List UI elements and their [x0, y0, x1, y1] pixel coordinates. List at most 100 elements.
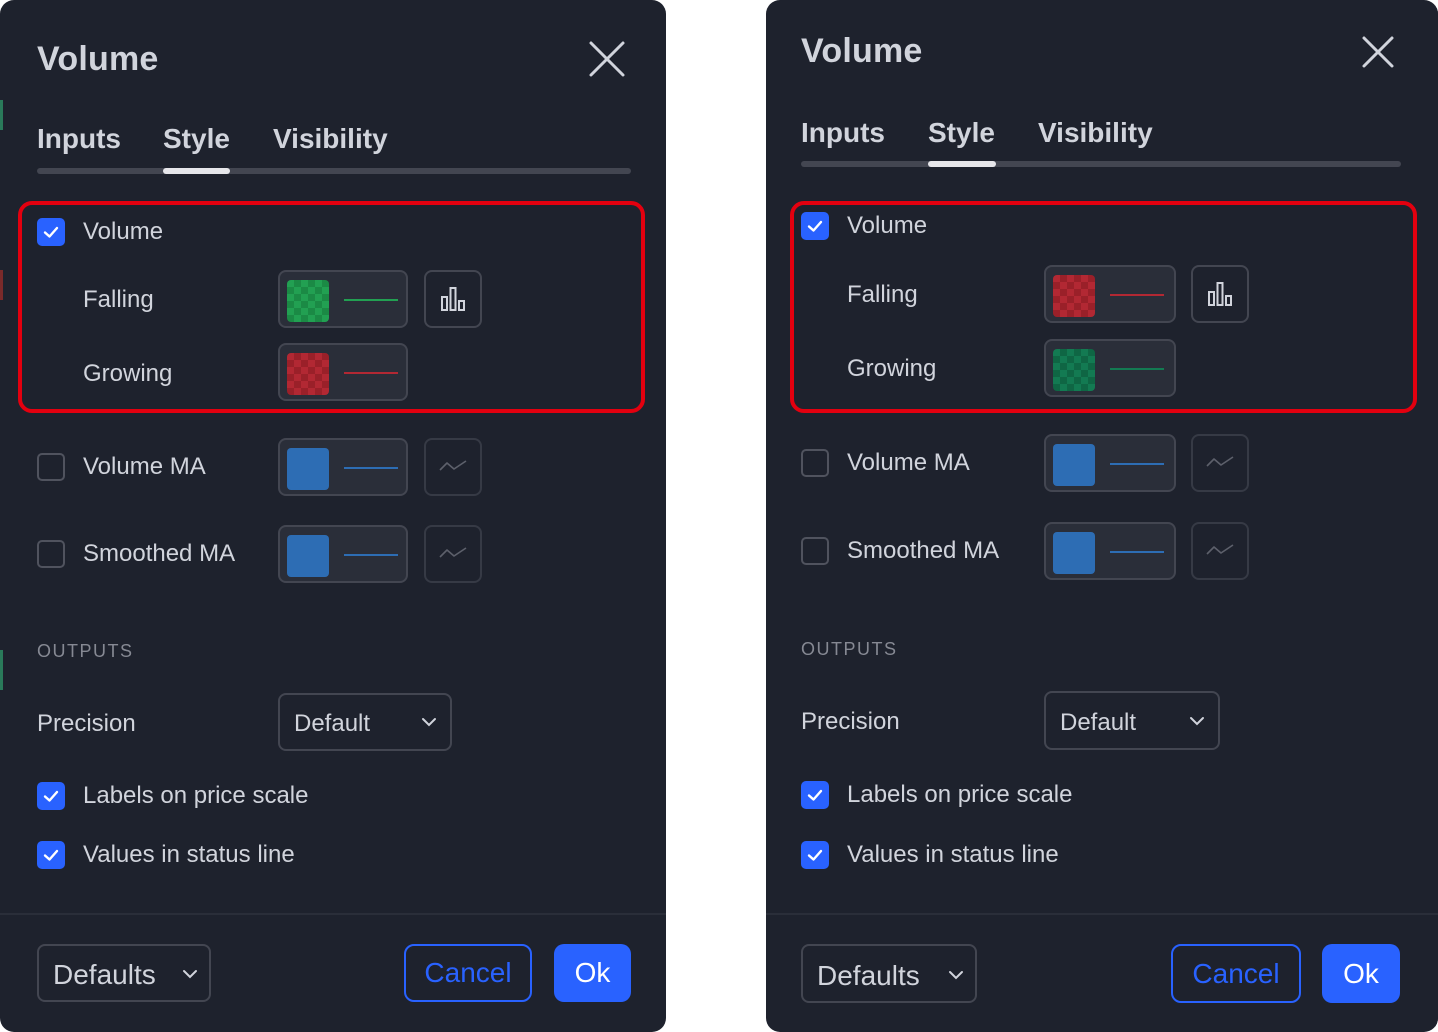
- volume-ma-color-picker[interactable]: [1044, 434, 1176, 492]
- volume-label: Volume: [847, 212, 928, 239]
- chart-edge-mark: [0, 100, 3, 130]
- falling-line-sample: [344, 299, 398, 301]
- close-button[interactable]: [1358, 32, 1398, 72]
- smoothed-ma-plot-style-button[interactable]: [1191, 522, 1249, 580]
- line-icon: [439, 547, 467, 558]
- volume-label: Volume: [83, 218, 164, 245]
- precision-select[interactable]: Default: [1044, 691, 1220, 750]
- tab-inputs[interactable]: Inputs: [37, 123, 121, 155]
- close-icon: [589, 41, 625, 77]
- falling-color-swatch: [287, 280, 329, 322]
- values-in-status-line-label: Values in status line: [847, 841, 1059, 868]
- outputs-heading: OUTPUTS: [801, 639, 898, 659]
- defaults-label: Defaults: [53, 959, 156, 990]
- volume-ma-color-swatch: [1053, 444, 1095, 486]
- smoothed-ma-plot-style-button[interactable]: [424, 525, 482, 583]
- chart-edge-mark: [0, 650, 3, 690]
- ok-button[interactable]: Ok: [554, 944, 631, 1002]
- footer-divider: [766, 913, 1438, 915]
- falling-plot-style-button[interactable]: [424, 270, 482, 328]
- tab-inputs[interactable]: Inputs: [801, 117, 885, 149]
- tab-track: [801, 161, 1401, 167]
- cancel-button[interactable]: Cancel: [1171, 944, 1301, 1003]
- defaults-button[interactable]: Defaults: [37, 944, 211, 1002]
- precision-label: Precision: [801, 708, 900, 735]
- growing-color-swatch: [287, 353, 329, 395]
- smoothed-ma-label: Smoothed MA: [83, 540, 236, 567]
- labels-on-price-scale-checkbox[interactable]: [37, 782, 65, 810]
- defaults-button[interactable]: Defaults: [801, 944, 977, 1003]
- volume-ma-line-sample: [344, 467, 398, 469]
- precision-label: Precision: [37, 710, 136, 737]
- volume-settings-dialog-right: Volume Inputs Style Visibility Volume Fa…: [766, 0, 1438, 1032]
- checkmark-icon: [43, 849, 59, 861]
- tab-visibility[interactable]: Visibility: [273, 123, 388, 155]
- ok-button[interactable]: Ok: [1322, 944, 1400, 1003]
- falling-color-picker[interactable]: [1044, 265, 1176, 323]
- falling-label: Falling: [83, 286, 154, 313]
- falling-color-picker[interactable]: [278, 270, 408, 328]
- columns-icon: [1208, 282, 1232, 306]
- line-icon: [1206, 456, 1234, 467]
- dialog-title: Volume: [37, 40, 159, 78]
- checkmark-icon: [43, 226, 59, 238]
- volume-ma-checkbox[interactable]: [37, 453, 65, 481]
- smoothed-ma-checkbox[interactable]: [801, 537, 829, 565]
- tab-style[interactable]: Style: [163, 123, 230, 155]
- smoothed-ma-checkbox[interactable]: [37, 540, 65, 568]
- tab-style[interactable]: Style: [928, 117, 995, 149]
- growing-label: Growing: [847, 355, 937, 382]
- falling-label: Falling: [847, 281, 918, 308]
- growing-color-picker[interactable]: [278, 343, 408, 401]
- checkmark-icon: [807, 220, 823, 232]
- close-button[interactable]: [587, 39, 627, 79]
- volume-ma-label: Volume MA: [83, 453, 206, 480]
- dialog-title: Volume: [801, 32, 923, 70]
- falling-color-swatch: [1053, 275, 1095, 317]
- tab-track: [37, 168, 631, 174]
- volume-checkbox[interactable]: [37, 218, 65, 246]
- precision-value: Default: [1060, 709, 1137, 736]
- tab-active-indicator: [928, 161, 996, 167]
- growing-line-sample: [1110, 368, 1164, 370]
- smoothed-ma-color-swatch: [1053, 532, 1095, 574]
- footer-divider: [0, 913, 666, 915]
- columns-icon: [441, 287, 465, 311]
- growing-color-picker[interactable]: [1044, 339, 1176, 397]
- close-icon: [1362, 36, 1394, 68]
- checkmark-icon: [807, 849, 823, 861]
- values-in-status-line-checkbox[interactable]: [37, 841, 65, 869]
- checkmark-icon: [807, 789, 823, 801]
- smoothed-ma-color-swatch: [287, 535, 329, 577]
- labels-on-price-scale-label: Labels on price scale: [847, 781, 1073, 808]
- cancel-button[interactable]: Cancel: [404, 944, 532, 1002]
- smoothed-ma-color-picker[interactable]: [278, 525, 408, 583]
- volume-ma-plot-style-button[interactable]: [424, 438, 482, 496]
- chevron-down-icon: [949, 971, 963, 980]
- falling-line-sample: [1110, 294, 1164, 296]
- volume-ma-line-sample: [1110, 463, 1164, 465]
- volume-ma-checkbox[interactable]: [801, 449, 829, 477]
- smoothed-ma-label: Smoothed MA: [847, 537, 1000, 564]
- volume-ma-color-picker[interactable]: [278, 438, 408, 496]
- volume-settings-dialog-left: Volume Inputs Style Visibility Volume Fa…: [0, 0, 666, 1032]
- tab-visibility[interactable]: Visibility: [1038, 117, 1153, 149]
- growing-color-swatch: [1053, 349, 1095, 391]
- values-in-status-line-checkbox[interactable]: [801, 841, 829, 869]
- falling-plot-style-button[interactable]: [1191, 265, 1249, 323]
- chart-edge-mark: [0, 270, 3, 300]
- volume-ma-label: Volume MA: [847, 449, 970, 476]
- values-in-status-line-label: Values in status line: [83, 841, 295, 868]
- growing-label: Growing: [83, 360, 173, 387]
- smoothed-ma-line-sample: [344, 554, 398, 556]
- volume-checkbox[interactable]: [801, 212, 829, 240]
- line-icon: [1206, 544, 1234, 555]
- smoothed-ma-color-picker[interactable]: [1044, 522, 1176, 580]
- labels-on-price-scale-checkbox[interactable]: [801, 781, 829, 809]
- chevron-down-icon: [183, 970, 197, 979]
- line-icon: [439, 460, 467, 471]
- volume-ma-plot-style-button[interactable]: [1191, 434, 1249, 492]
- checkmark-icon: [43, 790, 59, 802]
- precision-value: Default: [294, 710, 371, 737]
- precision-select[interactable]: Default: [278, 693, 452, 751]
